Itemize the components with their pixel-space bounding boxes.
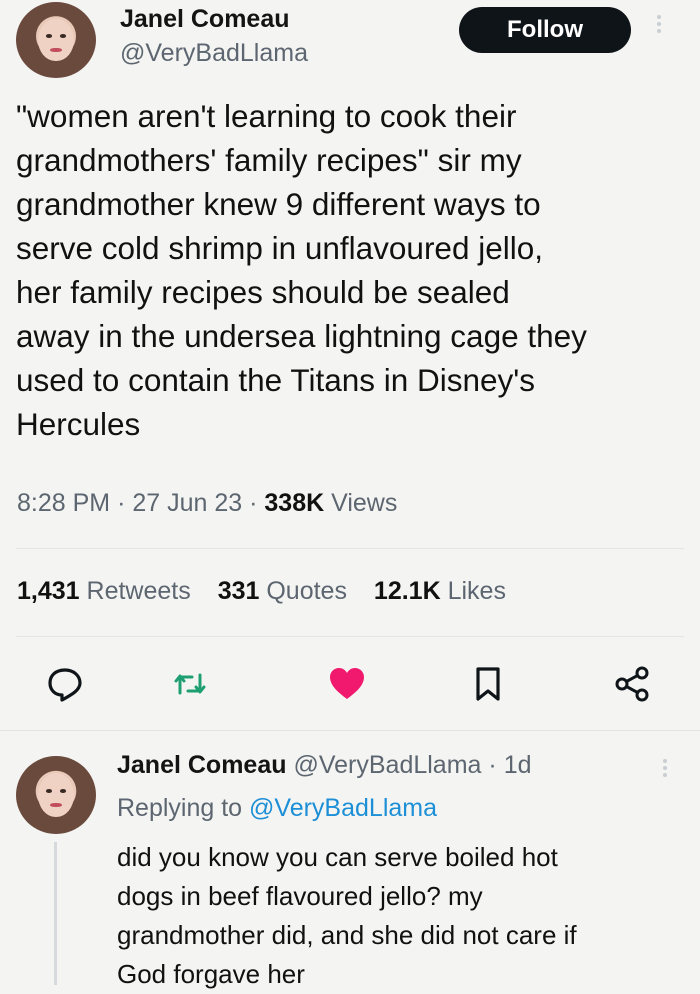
avatar-face [38,18,74,62]
reply-header: Janel Comeau @VeryBadLlama · 1d [117,751,532,780]
reply-author-name[interactable]: Janel Comeau [117,751,287,779]
tweet-time[interactable]: 8:28 PM [17,489,110,517]
follow-button[interactable]: Follow [459,7,631,53]
likes-count: 12.1K [373,577,441,605]
divider [16,636,684,637]
quotes-stat[interactable]: 331 Quotes [218,577,354,605]
more-options-icon[interactable] [660,756,670,786]
reply-author-avatar[interactable] [16,756,96,834]
author-name[interactable]: Janel Comeau [120,5,290,34]
thread-line [54,842,57,985]
tweet-text: "women aren't learning to cook their gra… [16,98,587,442]
avatar-lips [49,47,63,53]
reply-text: did you know you can serve boiled hot do… [117,842,577,989]
replying-handle-link[interactable]: @VeryBadLlama [249,794,437,822]
quotes-label: Quotes [266,577,347,605]
like-icon[interactable] [327,664,367,704]
views-label: Views [331,489,398,517]
meta-separator: · [488,751,497,779]
meta-separator: · [249,489,265,517]
divider [0,730,700,731]
avatar-eye [60,33,67,38]
likes-label: Likes [447,577,506,605]
divider [16,548,684,549]
reply-age[interactable]: 1d [504,751,532,779]
avatar-eye [60,788,67,793]
replying-prefix: Replying to [117,794,243,822]
more-options-icon[interactable] [654,12,664,42]
avatar-face [38,773,74,817]
reply-icon[interactable] [45,664,85,704]
reply-author-handle[interactable]: @VeryBadLlama [293,751,481,779]
views-count: 338K [264,489,325,517]
author-avatar[interactable] [16,2,96,78]
bookmark-icon[interactable] [468,664,508,704]
replying-to: Replying to @VeryBadLlama [117,794,437,823]
tweet-date[interactable]: 27 Jun 23 [132,489,242,517]
retweet-icon[interactable] [170,664,210,704]
retweets-label: Retweets [86,577,191,605]
meta-separator: · [117,489,133,517]
engagement-stats: 1,431 Retweets 331 Quotes 12.1K Likes [17,577,526,606]
share-icon[interactable] [612,664,652,704]
avatar-eye [45,33,52,38]
tweet-meta: 8:28 PM · 27 Jun 23 · 338K Views [17,489,397,518]
likes-stat[interactable]: 12.1K Likes [374,577,506,605]
retweets-count: 1,431 [17,577,80,605]
author-handle[interactable]: @VeryBadLlama [120,39,308,68]
quotes-count: 331 [217,577,260,605]
avatar-eye [45,788,52,793]
retweets-stat[interactable]: 1,431 Retweets [17,577,198,605]
